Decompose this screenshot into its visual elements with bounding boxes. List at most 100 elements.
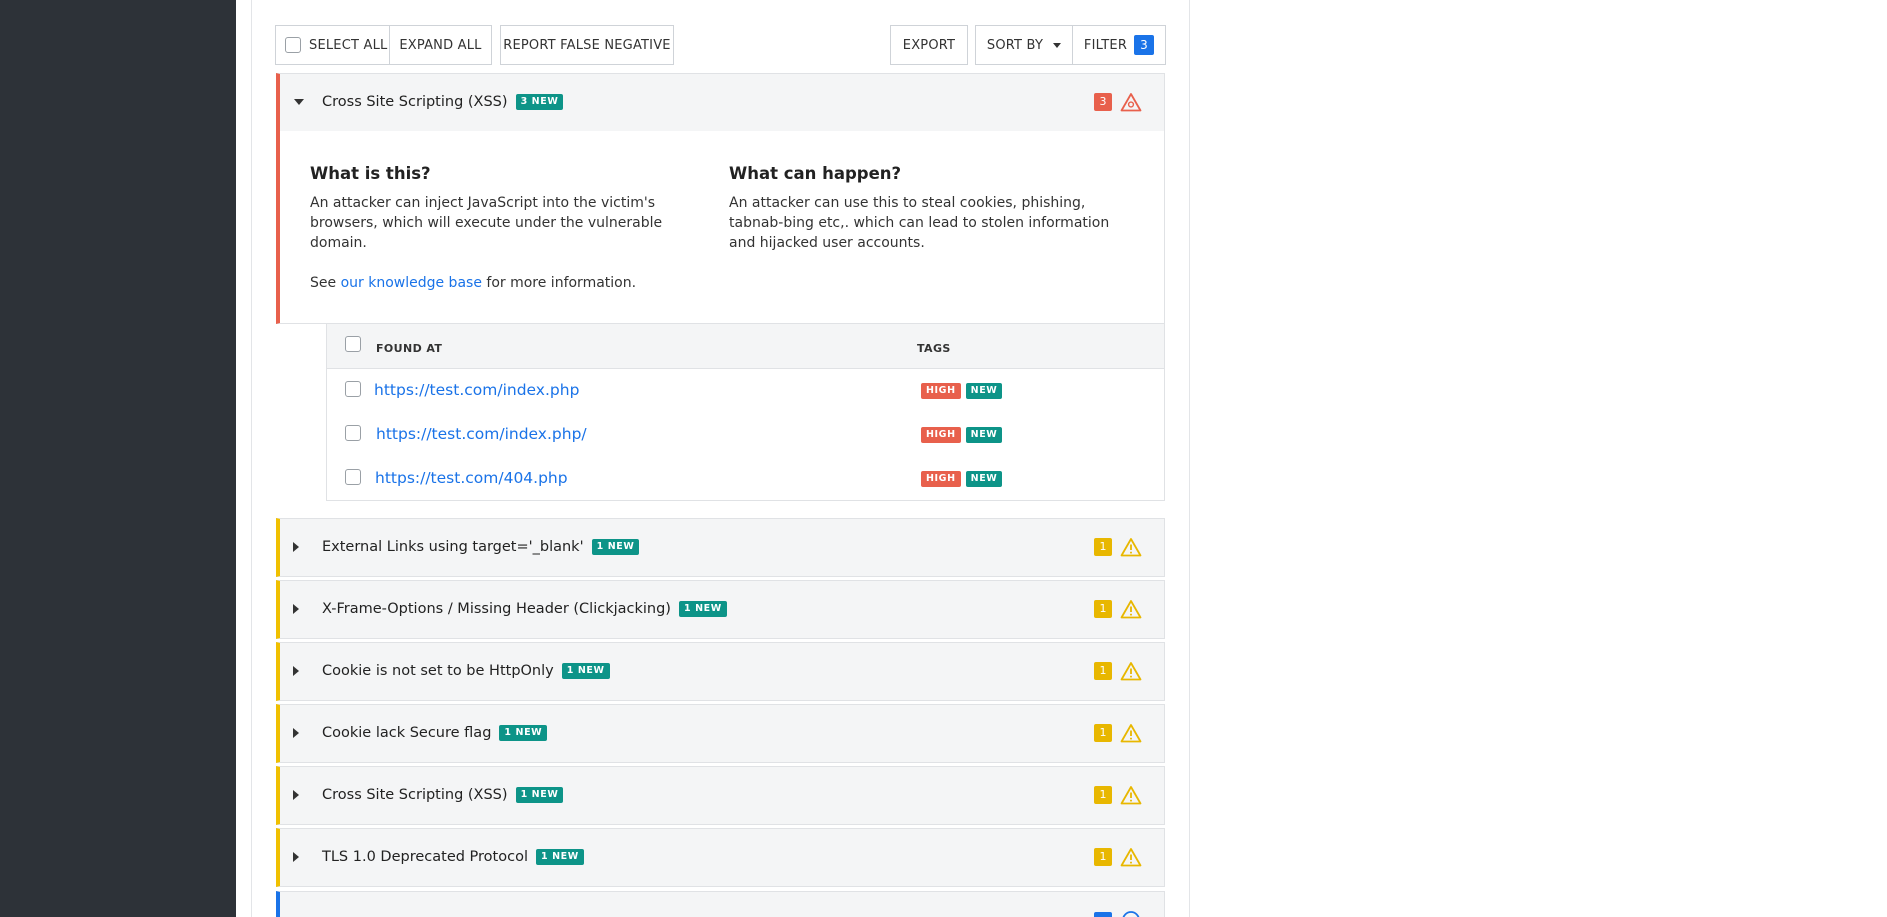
issue-group[interactable]: Cookie lack Secure flag 1 NEW 1 bbox=[276, 704, 1165, 763]
column-found-at[interactable]: FOUND AT bbox=[376, 342, 442, 355]
what-can-happen-section: What can happen? An attacker can use thi… bbox=[729, 164, 1129, 253]
issue-title: Cross Site Scripting (XSS) 1 NEW bbox=[322, 787, 564, 803]
issue-description: What is this? An attacker can inject Jav… bbox=[276, 131, 1165, 324]
what-can-happen-text: An attacker can use this to steal cookie… bbox=[729, 195, 1110, 251]
warning-triangle-icon bbox=[1120, 662, 1142, 681]
what-can-happen-heading: What can happen? bbox=[729, 164, 902, 183]
row-checkbox[interactable] bbox=[345, 425, 361, 441]
issue-group[interactable]: External Links using target='_blank' 1 N… bbox=[276, 518, 1165, 577]
select-all-rows-checkbox[interactable] bbox=[345, 336, 361, 352]
export-button[interactable]: EXPORT bbox=[890, 25, 968, 65]
issue-header[interactable]: Cookie lack Secure flag 1 NEW 1 bbox=[280, 705, 1164, 761]
issue-count-badge: 1 bbox=[1094, 600, 1112, 618]
new-badge: 1 NEW bbox=[678, 601, 727, 617]
report-false-negative-button[interactable]: REPORT FALSE NEGATIVE bbox=[500, 25, 674, 65]
issue-title-text: Cross Site Scripting (XSS) bbox=[322, 94, 508, 110]
warning-triangle-icon bbox=[1120, 848, 1142, 867]
caret-right-icon[interactable] bbox=[293, 728, 299, 738]
issue-title-text: Cookie is not set to be HttpOnly bbox=[322, 663, 554, 679]
found-at-link[interactable]: https://test.com/index.php bbox=[374, 381, 579, 399]
found-at-table: FOUND AT TAGS https://test.com/index.php… bbox=[326, 323, 1165, 501]
warning-triangle-icon bbox=[1120, 93, 1142, 112]
issue-group[interactable]: Cross Site Scripting (XSS) 1 NEW 1 bbox=[276, 766, 1165, 825]
issue-title-text: External Links using target='_blank' bbox=[322, 539, 584, 555]
issue-count-badge: 1 bbox=[1094, 538, 1112, 556]
issue-title: X-Frame-Options / Missing Header (Clickj… bbox=[322, 601, 727, 617]
new-tag: NEW bbox=[965, 427, 1003, 443]
filter-button[interactable]: FILTER 3 bbox=[1072, 25, 1166, 65]
table-row: https://test.com/index.php/ HIGH NEW bbox=[327, 413, 1164, 457]
issues-toolbar: SELECT ALL EXPAND ALL REPORT FALSE NEGAT… bbox=[275, 25, 1166, 65]
caret-right-icon[interactable] bbox=[293, 790, 299, 800]
caret-right-icon[interactable] bbox=[293, 852, 299, 862]
what-is-this-section: What is this? An attacker can inject Jav… bbox=[310, 164, 700, 293]
what-is-this-text: An attacker can inject JavaScript into t… bbox=[310, 195, 663, 251]
column-tags[interactable]: TAGS bbox=[917, 342, 951, 355]
select-all-button[interactable]: SELECT ALL bbox=[275, 25, 390, 65]
new-badge: 1 NEW bbox=[535, 849, 584, 865]
knowledge-base-note: See our knowledge base for more informat… bbox=[310, 273, 700, 293]
filter-label: FILTER bbox=[1083, 37, 1128, 53]
table-header: FOUND AT TAGS bbox=[327, 324, 1164, 369]
issue-title: Cookie lack Secure flag 1 NEW bbox=[322, 725, 548, 741]
issue-count-badge: 1 bbox=[1094, 662, 1112, 680]
table-row: https://test.com/404.php HIGH NEW bbox=[327, 457, 1164, 501]
app-sidebar bbox=[0, 0, 236, 917]
info-circle-icon bbox=[1122, 911, 1140, 917]
issue-title: Cookie is not set to be HttpOnly 1 NEW bbox=[322, 663, 610, 679]
issue-header[interactable]: External Links using target='_blank' 1 N… bbox=[280, 519, 1164, 575]
what-is-this-heading: What is this? bbox=[310, 164, 431, 183]
found-at-link[interactable]: https://test.com/index.php/ bbox=[376, 425, 587, 443]
warning-triangle-icon bbox=[1120, 786, 1142, 805]
row-tags: HIGH NEW bbox=[921, 471, 1003, 487]
issue-count-badge: 3 bbox=[1094, 93, 1112, 111]
issue-title: External Links using target='_blank' 1 N… bbox=[322, 539, 640, 555]
caret-right-icon[interactable] bbox=[293, 604, 299, 614]
expand-all-button[interactable]: EXPAND ALL bbox=[389, 25, 492, 65]
row-checkbox[interactable] bbox=[345, 381, 361, 397]
caret-right-icon[interactable] bbox=[293, 666, 299, 676]
row-checkbox[interactable] bbox=[345, 469, 361, 485]
new-badge: 1 NEW bbox=[561, 663, 610, 679]
issue-count-badge: 1 bbox=[1094, 848, 1112, 866]
see-prefix: See bbox=[310, 275, 341, 291]
issue-group-partial[interactable] bbox=[276, 891, 1165, 917]
sort-by-button[interactable]: SORT BY bbox=[975, 25, 1073, 65]
issue-count-badge: 1 bbox=[1094, 724, 1112, 742]
issue-group[interactable]: Cookie is not set to be HttpOnly 1 NEW 1 bbox=[276, 642, 1165, 701]
new-badge: 1 NEW bbox=[499, 725, 548, 741]
new-badge: 1 NEW bbox=[515, 787, 564, 803]
issue-header[interactable]: X-Frame-Options / Missing Header (Clickj… bbox=[280, 581, 1164, 637]
row-tags: HIGH NEW bbox=[921, 383, 1003, 399]
caret-right-icon[interactable] bbox=[293, 542, 299, 552]
new-tag: NEW bbox=[965, 471, 1003, 487]
issue-header[interactable]: Cookie is not set to be HttpOnly 1 NEW 1 bbox=[280, 643, 1164, 699]
issue-group[interactable]: TLS 1.0 Deprecated Protocol 1 NEW 1 bbox=[276, 828, 1165, 887]
issue-group-xss-expanded[interactable]: Cross Site Scripting (XSS) 3 NEW 3 bbox=[276, 73, 1165, 132]
select-all-checkbox[interactable] bbox=[285, 37, 301, 53]
found-at-link[interactable]: https://test.com/404.php bbox=[375, 469, 568, 487]
issue-title: Cross Site Scripting (XSS) 3 NEW bbox=[322, 94, 564, 110]
issue-group[interactable]: X-Frame-Options / Missing Header (Clickj… bbox=[276, 580, 1165, 639]
table-row: https://test.com/index.php HIGH NEW bbox=[327, 369, 1164, 413]
warning-triangle-icon bbox=[1120, 600, 1142, 619]
issue-count-badge: 1 bbox=[1094, 786, 1112, 804]
see-suffix: for more information. bbox=[481, 275, 637, 291]
issue-count-badge bbox=[1094, 912, 1112, 917]
filter-count-badge: 3 bbox=[1134, 35, 1155, 55]
new-badge: 3 NEW bbox=[515, 94, 564, 110]
issue-title-text: Cookie lack Secure flag bbox=[322, 725, 492, 741]
export-label: EXPORT bbox=[902, 37, 956, 53]
issue-header[interactable]: TLS 1.0 Deprecated Protocol 1 NEW 1 bbox=[280, 829, 1164, 885]
expand-all-label: EXPAND ALL bbox=[399, 37, 482, 53]
knowledge-base-link[interactable]: our knowledge base bbox=[341, 275, 482, 291]
select-all-label: SELECT ALL bbox=[309, 37, 388, 53]
row-tags: HIGH NEW bbox=[921, 427, 1003, 443]
issue-header[interactable]: Cross Site Scripting (XSS) 3 NEW 3 bbox=[280, 74, 1164, 130]
issue-header[interactable]: Cross Site Scripting (XSS) 1 NEW 1 bbox=[280, 767, 1164, 823]
chevron-down-icon bbox=[1053, 42, 1062, 48]
high-tag: HIGH bbox=[921, 471, 961, 487]
caret-down-icon[interactable] bbox=[294, 99, 304, 105]
issue-title-text: Cross Site Scripting (XSS) bbox=[322, 787, 508, 803]
new-tag: NEW bbox=[965, 383, 1003, 399]
